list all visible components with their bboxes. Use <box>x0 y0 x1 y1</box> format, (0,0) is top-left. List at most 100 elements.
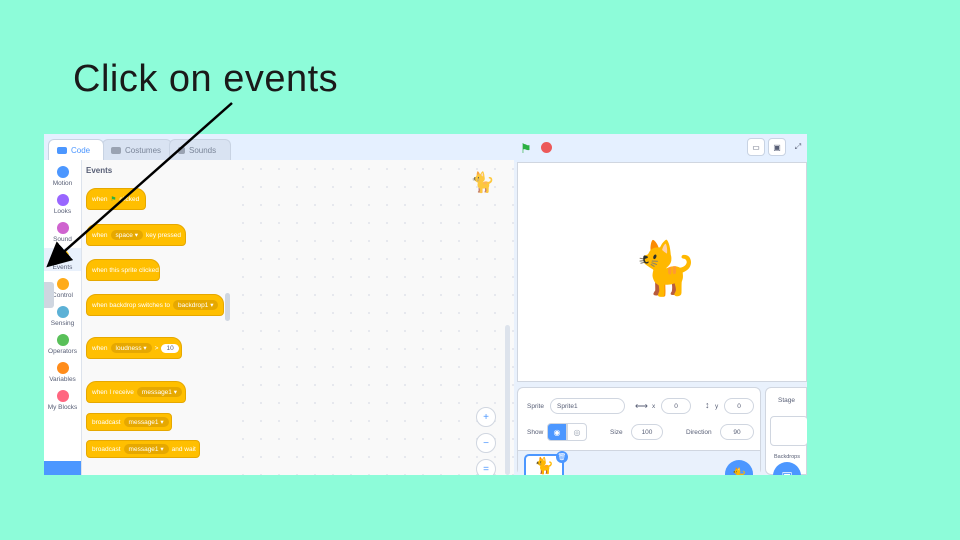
size-input[interactable]: 100 <box>631 424 663 440</box>
category-looks[interactable]: Looks <box>44 194 81 215</box>
message-dropdown[interactable]: message1 ▾ <box>136 387 182 397</box>
sound-dot-icon <box>56 222 69 234</box>
loudness-number-input[interactable]: 10 <box>161 343 179 353</box>
zoom-out-icon[interactable]: − <box>476 433 496 453</box>
key-dropdown[interactable]: space ▾ <box>110 230 143 240</box>
key-dropdown-value: space <box>115 232 133 239</box>
sprite-list: 🐈 🗑 <box>518 450 760 475</box>
category-my-blocks[interactable]: My Blocks <box>44 390 81 411</box>
block-text: when <box>92 344 108 352</box>
category-label: Control <box>52 292 73 299</box>
category-label: Events <box>52 264 73 271</box>
category-variables[interactable]: Variables <box>44 362 81 383</box>
broadcast-and-wait-block[interactable]: broadcast message1 ▾ and wait <box>86 440 200 458</box>
category-label: My Blocks <box>47 404 78 411</box>
broadcast-block[interactable]: broadcast message1 ▾ <box>86 413 172 431</box>
control-dot-icon <box>56 278 69 290</box>
block-text: broadcast <box>92 445 121 453</box>
workspace-scrollbar[interactable] <box>505 325 510 475</box>
tab-sounds-label: Sounds <box>189 145 217 155</box>
direction-input[interactable]: 90 <box>720 424 754 440</box>
add-extension-button[interactable] <box>44 461 81 475</box>
block-text: key pressed <box>145 231 182 239</box>
broadcast-dropdown-value: message1 <box>128 419 159 426</box>
backdrop-dropdown-value: backdrop1 <box>178 302 209 309</box>
loudness-dropdown-value: loudness <box>115 345 142 352</box>
zoom-reset-icon[interactable]: = <box>476 459 496 475</box>
palette-heading: Events <box>86 166 113 175</box>
drag-handle[interactable] <box>44 282 54 308</box>
category-sensing[interactable]: Sensing <box>44 306 81 327</box>
zoom-in-icon[interactable]: + <box>476 407 496 427</box>
palette-scrollbar[interactable] <box>225 293 230 321</box>
stage-canvas[interactable]: 🐈 <box>517 162 807 382</box>
category-events[interactable]: Events <box>44 248 81 271</box>
hide-eye-icon[interactable]: ◎ <box>567 423 587 441</box>
block-text: and wait <box>171 445 196 453</box>
vertical-arrows-icon: ↕ <box>705 400 710 410</box>
category-label: Sensing <box>50 320 75 327</box>
x-input[interactable]: 0 <box>661 398 691 414</box>
looks-dot-icon <box>56 194 69 206</box>
backdrop-dropdown[interactable]: backdrop1 ▾ <box>173 300 219 310</box>
when-i-receive-block[interactable]: when I receive message1 ▾ <box>86 381 186 403</box>
when-sprite-clicked-block[interactable]: when this sprite clicked <box>86 259 160 281</box>
fullscreen-icon[interactable]: ⤢ <box>789 138 807 156</box>
loudness-dropdown[interactable]: loudness ▾ <box>110 343 152 353</box>
size-label: Size <box>610 429 623 436</box>
sprite-name-input[interactable]: Sprite1 <box>550 398 625 414</box>
tab-code[interactable]: Code <box>48 139 104 160</box>
scratch-editor-screenshot: Code Costumes Sounds Motion Looks Sound … <box>44 134 807 475</box>
block-text: when backdrop switches to <box>92 301 171 309</box>
category-label: Variables <box>49 376 76 383</box>
cat-sprite-icon[interactable]: 🐈 <box>633 238 698 299</box>
speaker-icon <box>178 146 185 154</box>
block-text: when <box>92 195 108 203</box>
stop-icon[interactable] <box>541 142 552 153</box>
sprite-info-pane: Sprite Sprite1 ⟷ x 0 ↕ y 0 Show ◉ ◎ Size… <box>517 387 761 475</box>
add-backdrop-button[interactable]: ▣ <box>773 462 801 475</box>
category-menu: Motion Looks Sound Events Control Sensin… <box>44 160 82 475</box>
block-text: when <box>92 231 108 239</box>
stage-pane-title: Stage <box>778 397 795 404</box>
green-flag-icon: ⚑ <box>110 196 117 203</box>
show-visible-eye-icon[interactable]: ◉ <box>547 423 567 441</box>
x-label: x <box>652 403 656 410</box>
when-backdrop-switches-block[interactable]: when backdrop switches to backdrop1 ▾ <box>86 294 224 316</box>
events-dot-icon <box>56 250 69 262</box>
green-flag-icon[interactable]: ⚑ <box>520 141 532 157</box>
delete-sprite-icon[interactable]: 🗑 <box>556 451 568 463</box>
tab-code-label: Code <box>71 145 91 155</box>
show-label: Show <box>527 429 544 436</box>
broadcast-wait-dropdown-value: message1 <box>128 446 159 453</box>
block-text: clicked <box>119 195 140 203</box>
variables-dot-icon <box>56 362 69 374</box>
normal-stage-icon[interactable]: ▣ <box>768 138 786 156</box>
backdrops-label: Backdrops <box>774 454 800 460</box>
broadcast-wait-dropdown[interactable]: message1 ▾ <box>123 444 169 454</box>
when-loudness-block[interactable]: when loudness ▾ > 10 <box>86 337 182 359</box>
stage-selector-pane[interactable]: Stage Backdrops ▣ <box>765 387 807 475</box>
category-label: Sound <box>53 236 72 243</box>
category-motion[interactable]: Motion <box>44 166 81 187</box>
cat-sprite-watermark-icon: 🐈 <box>470 172 495 194</box>
code-workspace[interactable]: 🐈 + − = <box>234 160 514 475</box>
category-label: Operators <box>48 348 77 355</box>
stage-thumbnail[interactable] <box>770 416 807 446</box>
brush-icon <box>111 146 121 154</box>
block-text: > <box>154 344 159 352</box>
editor-tabs: Code Costumes Sounds <box>44 134 514 160</box>
y-input[interactable]: 0 <box>724 398 754 414</box>
when-flag-clicked-block[interactable]: when ⚑ clicked <box>86 188 146 210</box>
operators-dot-icon <box>56 334 69 346</box>
tab-costumes[interactable]: Costumes <box>102 139 172 160</box>
sensing-dot-icon <box>56 306 69 318</box>
broadcast-dropdown[interactable]: message1 ▾ <box>123 417 169 427</box>
slide-title: Click on events <box>73 58 339 100</box>
category-operators[interactable]: Operators <box>44 334 81 355</box>
tab-sounds[interactable]: Sounds <box>169 139 231 160</box>
when-key-pressed-block[interactable]: when space ▾ key pressed <box>86 224 186 246</box>
category-sound[interactable]: Sound <box>44 222 81 243</box>
tab-costumes-label: Costumes <box>125 145 162 155</box>
small-stage-icon[interactable]: ▭ <box>747 138 765 156</box>
